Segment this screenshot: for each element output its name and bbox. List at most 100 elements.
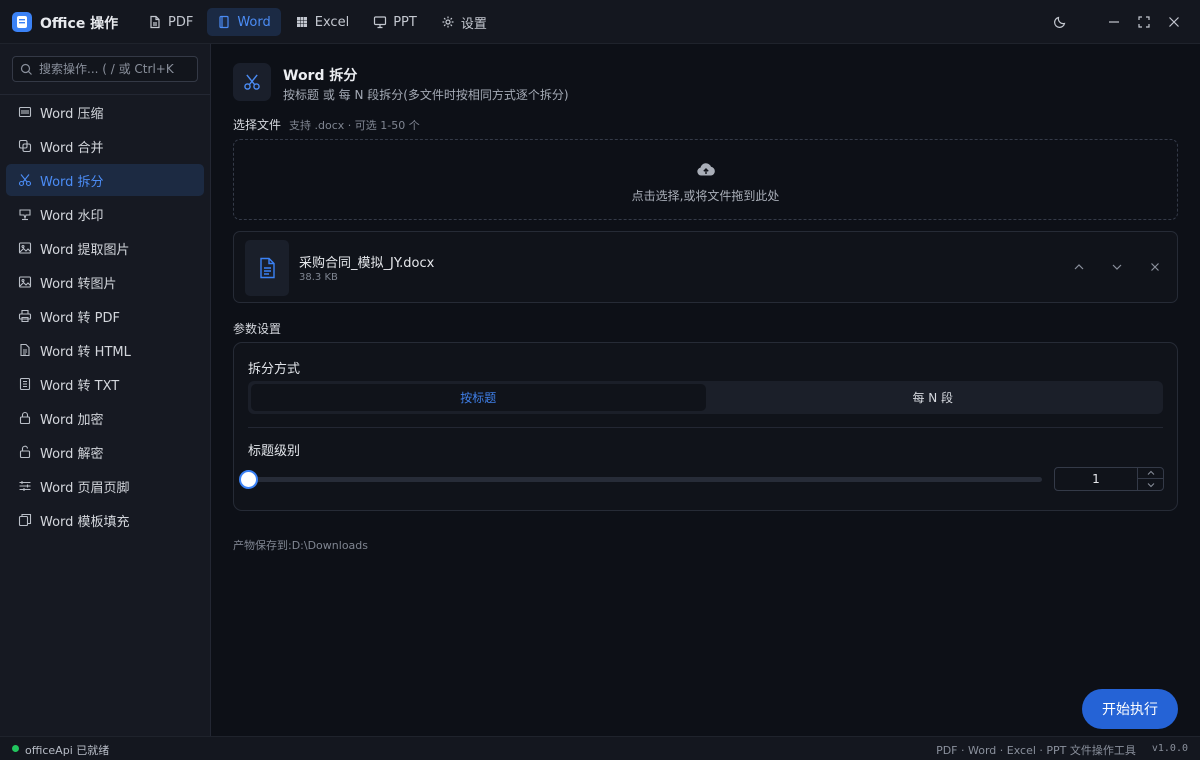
document-icon [217,15,231,29]
scissors-icon [233,63,271,101]
split-every-n-paragraphs-option[interactable]: 每 N 段 [706,384,1161,411]
params-label: 参数设置 [233,322,282,336]
page-subtitle: 按标题 或 每 N 段拆分(多文件时按相同方式逐个拆分) [283,88,569,102]
sidebar-list: Word 压缩 Word 合并 Word 拆分 Word 水印 Word 提取图… [6,96,204,538]
image-icon [18,275,32,289]
tab-pdf[interactable]: PDF [138,8,203,36]
maximize-button[interactable] [1129,7,1159,37]
sidebar-item-label: Word 转 HTML [40,344,131,360]
tab-settings[interactable]: 设置 [431,8,497,36]
template-icon [18,513,32,527]
sidebar-item-label: Word 转图片 [40,276,117,292]
heading-level-slider[interactable] [239,470,1042,489]
sidebar-item-word-watermark[interactable]: Word 水印 [6,198,204,230]
sidebar-item-word-compress[interactable]: Word 压缩 [6,96,204,128]
sidebar-item-label: Word 压缩 [40,106,104,122]
app-title: Office 操作 [40,16,119,32]
sidebar-item-label: Word 模板填充 [40,514,130,530]
params-card: 拆分方式 按标题 每 N 段 标题级别 [233,342,1178,511]
unlock-icon [18,445,32,459]
printer-icon [18,309,32,323]
file-name: 采购合同_模拟_JY.docx [299,256,435,271]
file-item: 采购合同_模拟_JY.docx 38.3 KB [233,231,1178,303]
merge-icon [18,139,32,153]
sidebar-item-word-to-txt[interactable]: Word 转 TXT [6,368,204,400]
file-icon [148,15,162,29]
sidebar-item-label: Word 合并 [40,140,104,156]
sidebar-item-label: Word 水印 [40,208,104,224]
sidebar-item-word-encrypt[interactable]: Word 加密 [6,402,204,434]
minimize-icon [1109,21,1119,23]
slider-thumb[interactable] [239,470,258,489]
app-logo-icon [12,12,32,32]
html-file-icon [18,343,32,357]
grid-icon [295,15,309,29]
remove-file-button[interactable] [1141,253,1169,281]
search-box[interactable] [12,56,198,82]
dropzone-text: 点击选择,或将文件拖到此处 [631,189,780,203]
file-actions [1065,253,1169,281]
increment-button[interactable] [1138,468,1163,479]
tab-label: Word [237,14,271,30]
status-right: PDF · Word · Excel · PPT 文件操作工具 v1.0.0 [936,742,1188,758]
sidebar-item-label: Word 页眉页脚 [40,480,130,496]
tab-label: 设置 [460,16,487,32]
chevron-down-icon [1112,264,1122,270]
sidebar-item-word-split[interactable]: Word 拆分 [6,164,204,196]
divider [248,427,1163,428]
tab-label: PDF [168,14,194,30]
sidebar-item-word-header-footer[interactable]: Word 页眉页脚 [6,470,204,502]
chevron-up-icon [1147,470,1154,475]
close-icon [1151,263,1159,271]
move-down-button[interactable] [1103,253,1131,281]
sidebar-item-word-to-html[interactable]: Word 转 HTML [6,334,204,366]
heading-level-input[interactable] [1055,468,1137,490]
sliders-icon [18,479,32,493]
tab-label: PPT [393,14,417,30]
heading-level-stepper[interactable] [1054,467,1164,491]
minimize-button[interactable] [1099,7,1129,37]
sidebar-item-word-to-image[interactable]: Word 转图片 [6,266,204,298]
lock-icon [18,411,32,425]
theme-toggle-button[interactable] [1045,7,1075,37]
split-by-heading-option[interactable]: 按标题 [251,384,706,411]
sidebar: Word 压缩 Word 合并 Word 拆分 Word 水印 Word 提取图… [0,44,211,736]
move-up-button[interactable] [1065,253,1093,281]
text-file-icon [18,377,32,391]
close-icon [1169,17,1179,27]
stepper-buttons [1137,468,1163,490]
heading-level-label: 标题级别 [248,444,301,459]
sidebar-item-word-template-fill[interactable]: Word 模板填充 [6,504,204,536]
tab-ppt[interactable]: PPT [363,8,427,36]
sidebar-item-word-decrypt[interactable]: Word 解密 [6,436,204,468]
status-indicator [12,745,19,752]
gear-icon [441,15,455,29]
page-title: Word 拆分 [283,68,358,84]
moon-icon [1054,16,1066,28]
watermark-icon [18,207,32,221]
file-dropzone[interactable]: 点击选择,或将文件拖到此处 [233,139,1178,220]
search-input[interactable] [39,62,189,76]
presentation-icon [373,15,387,29]
file-size: 38.3 KB [299,272,338,283]
compress-icon [18,105,32,119]
title-bar: Office 操作 PDF Word Excel PPT 设置 [0,0,1200,44]
maximize-icon [1138,16,1150,28]
decrement-button[interactable] [1138,479,1163,490]
tab-word[interactable]: Word [207,8,281,36]
image-icon [18,241,32,255]
search-icon [20,63,32,75]
split-mode-label: 拆分方式 [248,362,301,377]
start-button[interactable]: 开始执行 [1082,689,1178,729]
version-label: v1.0.0 [1151,743,1188,754]
cloud-upload-icon [697,163,715,176]
sidebar-item-word-extract-images[interactable]: Word 提取图片 [6,232,204,264]
sidebar-item-word-to-pdf[interactable]: Word 转 PDF [6,300,204,332]
chevron-up-icon [1074,264,1084,270]
sidebar-item-word-merge[interactable]: Word 合并 [6,130,204,162]
status-bar: officeApi 已就绪 PDF · Word · Excel · PPT 文… [0,736,1200,760]
tab-excel[interactable]: Excel [285,8,359,36]
save-path: 产物保存到:D:\Downloads [233,539,368,552]
select-file-hint: 支持 .docx · 可选 1-50 个 [289,119,420,132]
close-window-button[interactable] [1159,7,1189,37]
